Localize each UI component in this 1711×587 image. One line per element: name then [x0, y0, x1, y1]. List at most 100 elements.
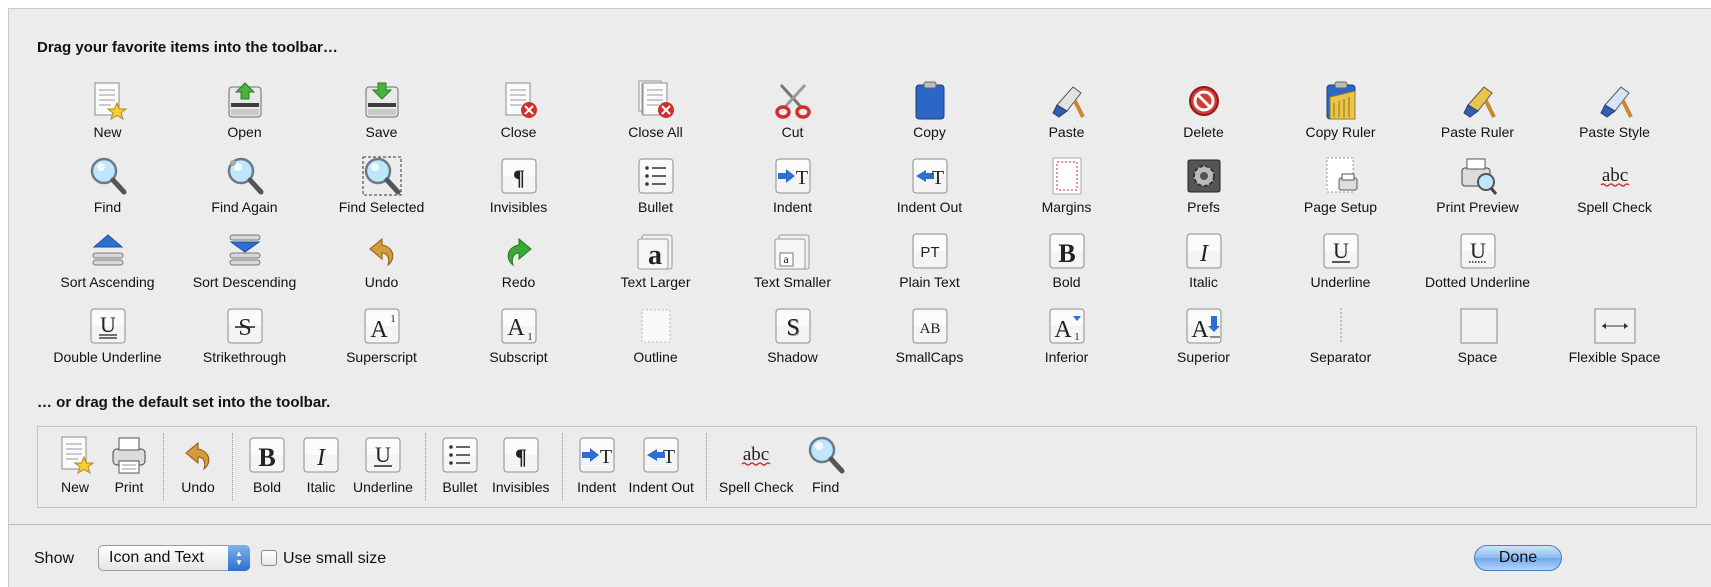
margins-icon [1045, 154, 1089, 198]
close-doc-icon [497, 79, 541, 123]
use-small-size-checkbox[interactable] [261, 550, 277, 566]
toolbar-item[interactable]: AB SmallCaps [861, 294, 998, 369]
toolbar-item[interactable]: Prefs [1135, 144, 1272, 219]
default-set-group: Undo [167, 427, 229, 507]
default-set-item-label: Bold [252, 479, 282, 495]
toolbar-item[interactable]: abc Spell Check [1546, 144, 1683, 219]
svg-text:U: U [1333, 238, 1349, 263]
toolbar-item-label: Plain Text [899, 274, 960, 290]
done-button[interactable]: Done [1474, 545, 1562, 571]
svg-text:T: T [931, 167, 943, 189]
default-set-separator [561, 433, 563, 501]
toolbar-item[interactable]: Undo [313, 219, 450, 294]
toolbar-item-label: Strikethrough [202, 349, 287, 365]
toolbar-item[interactable]: B Bold [998, 219, 1135, 294]
toolbar-item-label: Page Setup [1303, 199, 1378, 215]
toolbar-item[interactable]: Sort Descending [176, 219, 313, 294]
toolbar-items-palette: New Open Save Close Close All Cut Copy P… [39, 69, 1683, 369]
toolbar-item[interactable]: T Indent [724, 144, 861, 219]
default-set-item-label: New [60, 479, 89, 495]
default-toolbar-set[interactable]: New Print Undo B Bold I Italic U Underli… [37, 426, 1697, 508]
toolbar-item[interactable]: a Text Smaller [724, 219, 861, 294]
svg-text:PT: PT [920, 244, 939, 261]
toolbar-item[interactable]: U Underline [1272, 219, 1409, 294]
toolbar-item[interactable]: A Superior [1135, 294, 1272, 369]
toolbar-item[interactable]: T Indent Out [861, 144, 998, 219]
toolbar-item-label: Find Again [211, 199, 278, 215]
toolbar-item[interactable]: Close [450, 69, 587, 144]
toolbar-item[interactable]: Print Preview [1409, 144, 1546, 219]
default-set-item: T Indent Out [624, 427, 699, 507]
toolbar-item[interactable]: Redo [450, 219, 587, 294]
toolbar-item[interactable]: Copy [861, 69, 998, 144]
inferior-icon: A1 [1045, 304, 1089, 348]
toolbar-item-label: Subscript [489, 349, 548, 365]
toolbar-item-label: Superscript [346, 349, 417, 365]
toolbar-item[interactable]: A1 Subscript [450, 294, 587, 369]
toolbar-item[interactable]: Margins [998, 144, 1135, 219]
toolbar-item[interactable]: A1 Inferior [998, 294, 1135, 369]
new-doc-icon [86, 79, 130, 123]
paste-style-icon [1593, 79, 1637, 123]
toolbar-item[interactable]: Space [1409, 294, 1546, 369]
toolbar-item[interactable]: Outline [587, 294, 724, 369]
toolbar-item[interactable]: a Text Larger [587, 219, 724, 294]
default-set-item-label: Bullet [442, 479, 478, 495]
show-mode-select[interactable]: Icon and Text ▲ ▼ [98, 545, 250, 571]
svg-text:S: S [786, 315, 799, 341]
toolbar-item[interactable]: Delete [1135, 69, 1272, 144]
show-label: Show [34, 550, 75, 567]
default-set-item: U Underline [348, 427, 418, 507]
toolbar-item[interactable]: Page Setup [1272, 144, 1409, 219]
toolbar-item[interactable]: U Dotted Underline [1409, 219, 1546, 294]
default-set-separator [163, 433, 164, 501]
printer-icon [107, 433, 151, 477]
pilcrow-icon: ¶ [499, 433, 543, 477]
clipboard-icon [908, 79, 952, 123]
svg-text:B: B [258, 443, 275, 472]
show-mode-value: Icon and Text [109, 549, 204, 566]
toolbar-item-label: Invisibles [489, 199, 548, 215]
toolbar-item[interactable]: I Italic [1135, 219, 1272, 294]
toolbar-item[interactable]: Open [176, 69, 313, 144]
superscript-icon: A1 [360, 304, 404, 348]
find-again-icon [223, 154, 267, 198]
toolbar-item[interactable]: Save [313, 69, 450, 144]
plain-text-icon: PT [908, 229, 952, 273]
toolbar-item-label: Close All [628, 124, 683, 140]
default-set-item: Bullet [433, 427, 487, 507]
toolbar-item-label: Delete [1183, 124, 1224, 140]
toolbar-item[interactable]: Close All [587, 69, 724, 144]
svg-text:¶: ¶ [513, 165, 525, 190]
toolbar-item[interactable]: Find Selected [313, 144, 450, 219]
toolbar-item-label: Underline [1310, 274, 1371, 290]
toolbar-item[interactable]: Paste Style [1546, 69, 1683, 144]
svg-text:a: a [648, 240, 662, 271]
toolbar-item[interactable]: A1 Superscript [313, 294, 450, 369]
toolbar-item[interactable]: New [39, 69, 176, 144]
bullet-list-icon [438, 433, 482, 477]
toolbar-item[interactable]: Paste Ruler [1409, 69, 1546, 144]
toolbar-item[interactable]: Flexible Space [1546, 294, 1683, 369]
default-set-item: B Bold [240, 427, 294, 507]
default-set-separator [705, 433, 707, 501]
open-tray-icon [223, 79, 267, 123]
toolbar-item[interactable]: Bullet [587, 144, 724, 219]
toolbar-item[interactable]: SS Shadow [724, 294, 861, 369]
toolbar-item[interactable]: Copy Ruler [1272, 69, 1409, 144]
default-set-item-label: Undo [181, 479, 215, 495]
use-small-size-label[interactable]: Use small size [283, 550, 386, 568]
toolbar-item-label: Find Selected [338, 199, 425, 215]
toolbar-item[interactable]: Separator [1272, 294, 1409, 369]
toolbar-item[interactable]: S Strikethrough [176, 294, 313, 369]
toolbar-item[interactable]: Paste [998, 69, 1135, 144]
toolbar-item[interactable]: PT Plain Text [861, 219, 998, 294]
toolbar-item[interactable]: Cut [724, 69, 861, 144]
default-set-group: abc Spell Check Find [710, 427, 857, 507]
toolbar-item[interactable]: Find Again [176, 144, 313, 219]
toolbar-item[interactable]: ¶ Invisibles [450, 144, 587, 219]
toolbar-item[interactable]: Sort Ascending [39, 219, 176, 294]
toolbar-item[interactable]: Find [39, 144, 176, 219]
toolbar-item[interactable]: U Double Underline [39, 294, 176, 369]
svg-text:abc: abc [1601, 165, 1627, 186]
